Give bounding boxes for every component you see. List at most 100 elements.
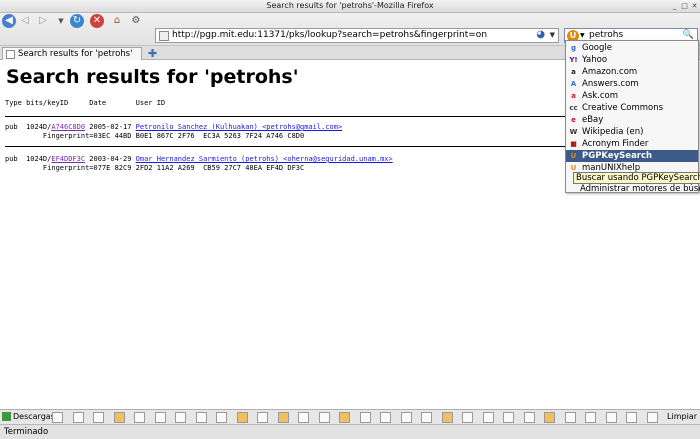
minimize-icon[interactable]: _ xyxy=(670,2,679,11)
search-engine-item[interactable]: W Wikipedia (en) xyxy=(566,126,698,138)
search-input[interactable]: petrohs xyxy=(589,30,623,40)
download-item-icon[interactable] xyxy=(236,412,248,423)
close-window-icon[interactable]: ✕ xyxy=(690,2,699,11)
search-engine-label: Ask.com xyxy=(582,91,619,101)
download-item-icon[interactable] xyxy=(564,412,576,423)
keyid-link[interactable]: EF4DDF3C xyxy=(51,155,85,163)
forward-icon[interactable]: ▷ xyxy=(36,14,50,28)
download-item-icon[interactable] xyxy=(216,412,227,423)
history-dropdown-icon[interactable]: ▼ xyxy=(54,14,68,28)
tab-label: Search results for 'petrohs' xyxy=(18,49,133,59)
download-item-icon[interactable] xyxy=(585,412,596,423)
download-item-icon[interactable] xyxy=(154,412,166,423)
userid-link[interactable]: Petronilo Sanchez (Kulhuakan) <petrohs@g… xyxy=(136,123,343,131)
stop-icon[interactable]: ✕ xyxy=(90,14,104,28)
downloads-bar: Descargas Limpiar xyxy=(0,409,700,424)
download-item-icon[interactable] xyxy=(318,412,330,423)
search-engine-label: PGPKeySearch xyxy=(582,151,653,161)
search-engine-item[interactable]: U PGPKeySearch xyxy=(566,150,698,162)
tab-search-results[interactable]: Search results for 'petrohs' xyxy=(2,47,142,60)
download-item-icon[interactable] xyxy=(503,412,514,423)
back-icon[interactable]: ◀ xyxy=(2,14,16,28)
downloads-button[interactable]: Descargas xyxy=(2,411,55,423)
results-column-header: Type bits/keyID Date User ID xyxy=(5,99,166,107)
download-item-icon[interactable] xyxy=(400,412,412,423)
new-tab-icon[interactable]: ✚ xyxy=(148,47,157,60)
engine-dropdown-icon[interactable]: ▼ xyxy=(580,32,585,39)
download-item-icon[interactable] xyxy=(646,412,658,423)
download-item-icon[interactable] xyxy=(257,412,268,423)
status-bar: Terminado xyxy=(0,424,700,439)
download-item-icon[interactable] xyxy=(605,412,617,423)
key-date: 2003-04-29 xyxy=(85,155,136,163)
download-item-icon[interactable] xyxy=(359,412,371,423)
url-text[interactable]: http://pgp.mit.edu:11371/pks/lookup?sear… xyxy=(172,30,487,40)
search-engine-label: Google xyxy=(582,43,612,53)
download-item-icon[interactable] xyxy=(523,412,535,423)
google-icon: g xyxy=(570,44,576,52)
amazon-icon: a xyxy=(571,68,576,76)
reload-icon[interactable]: ↻ xyxy=(70,14,84,28)
home-icon[interactable]: ⌂ xyxy=(110,14,124,28)
clear-downloads-button[interactable]: Limpiar xyxy=(667,411,697,423)
search-icon[interactable]: 🔍 xyxy=(683,30,694,40)
url-dropdown-icon[interactable]: ▼ xyxy=(550,31,555,39)
ebay-icon: e xyxy=(571,116,576,124)
search-engine-item[interactable]: Y! Yahoo xyxy=(566,54,698,66)
tab-favicon-icon xyxy=(6,50,15,59)
search-engine-item[interactable]: a Amazon.com xyxy=(566,66,698,78)
download-item-icon[interactable] xyxy=(462,412,473,423)
download-item-icon[interactable] xyxy=(298,412,309,423)
result-row: pub 1024D/A746C8D0 2005-02-17 Petronilo … xyxy=(5,123,342,131)
download-item-icon[interactable] xyxy=(441,412,453,423)
keyid-link[interactable]: A746C8D0 xyxy=(51,123,85,131)
yahoo-icon: Y! xyxy=(569,56,578,64)
download-item-icon[interactable] xyxy=(482,412,494,423)
download-item-icon[interactable] xyxy=(175,412,186,423)
search-engine-label: Answers.com xyxy=(582,79,639,89)
status-text: Terminado xyxy=(4,427,49,437)
search-engine-item[interactable]: A Answers.com xyxy=(566,78,698,90)
download-item-icon[interactable] xyxy=(339,412,350,423)
download-item-icon[interactable] xyxy=(72,412,84,423)
download-item-icon[interactable] xyxy=(93,412,104,423)
tools-icon[interactable]: ⚙ xyxy=(129,14,143,28)
search-engine-label: eBay xyxy=(582,115,604,125)
search-engine-item[interactable]: cc Creative Commons xyxy=(566,102,698,114)
search-engine-item[interactable]: e eBay xyxy=(566,114,698,126)
window-title: Search results for 'petrohs'-Mozilla Fir… xyxy=(266,1,434,10)
search-engine-item[interactable]: g Google xyxy=(566,42,698,54)
search-engine-label: Amazon.com xyxy=(582,67,638,77)
userid-link[interactable]: Omar Hernandez Sarmiento (petrohs) <oher… xyxy=(136,155,393,163)
key-date: 2005-02-17 xyxy=(85,123,136,131)
search-engine-label: Acronym Finder xyxy=(582,139,649,149)
download-item-icon[interactable] xyxy=(380,412,391,423)
site-favicon-icon xyxy=(159,31,169,41)
search-engine-label: Yahoo xyxy=(582,55,608,65)
download-item-icon[interactable] xyxy=(626,412,637,423)
window-titlebar: Search results for 'petrohs'-Mozilla Fir… xyxy=(0,0,700,13)
maximize-icon[interactable]: □ xyxy=(680,2,689,11)
search-engine-item[interactable]: a Ask.com xyxy=(566,90,698,102)
fingerprint: Fingerprint=077E 82C9 2FD2 11A2 A269 CB5… xyxy=(5,164,305,172)
page-heading: Search results for 'petrohs' xyxy=(6,66,299,88)
download-item-icon[interactable] xyxy=(195,412,207,423)
search-engine-dropdown: g Google Y! Yahoo a Amazon.com A Answers.com a As… xyxy=(565,40,699,193)
answers-icon: A xyxy=(570,80,577,88)
download-item-icon[interactable] xyxy=(52,412,63,423)
search-engine-label: Creative Commons xyxy=(582,103,664,113)
creative-commons-icon: cc xyxy=(569,104,578,112)
search-engine-item[interactable]: ■ Acronym Finder xyxy=(566,138,698,150)
download-item-icon[interactable] xyxy=(134,412,145,423)
url-bar[interactable]: http://pgp.mit.edu:11371/pks/lookup?sear… xyxy=(155,28,559,43)
downloads-icon xyxy=(2,412,11,421)
download-item-icon[interactable] xyxy=(544,412,555,423)
back-disabled-icon[interactable]: ◁ xyxy=(18,14,32,28)
download-item-icon[interactable] xyxy=(421,412,432,423)
type-bits: pub 1024D/ xyxy=(5,155,52,163)
download-item-icon[interactable] xyxy=(113,412,125,423)
manage-search-engines[interactable]: Administrar motores de búsque xyxy=(580,184,700,194)
download-item-icon[interactable] xyxy=(277,412,289,423)
tooltip: Buscar usando PGPKeySearch xyxy=(573,172,700,184)
bookmark-icon[interactable]: ◕ xyxy=(536,29,545,40)
